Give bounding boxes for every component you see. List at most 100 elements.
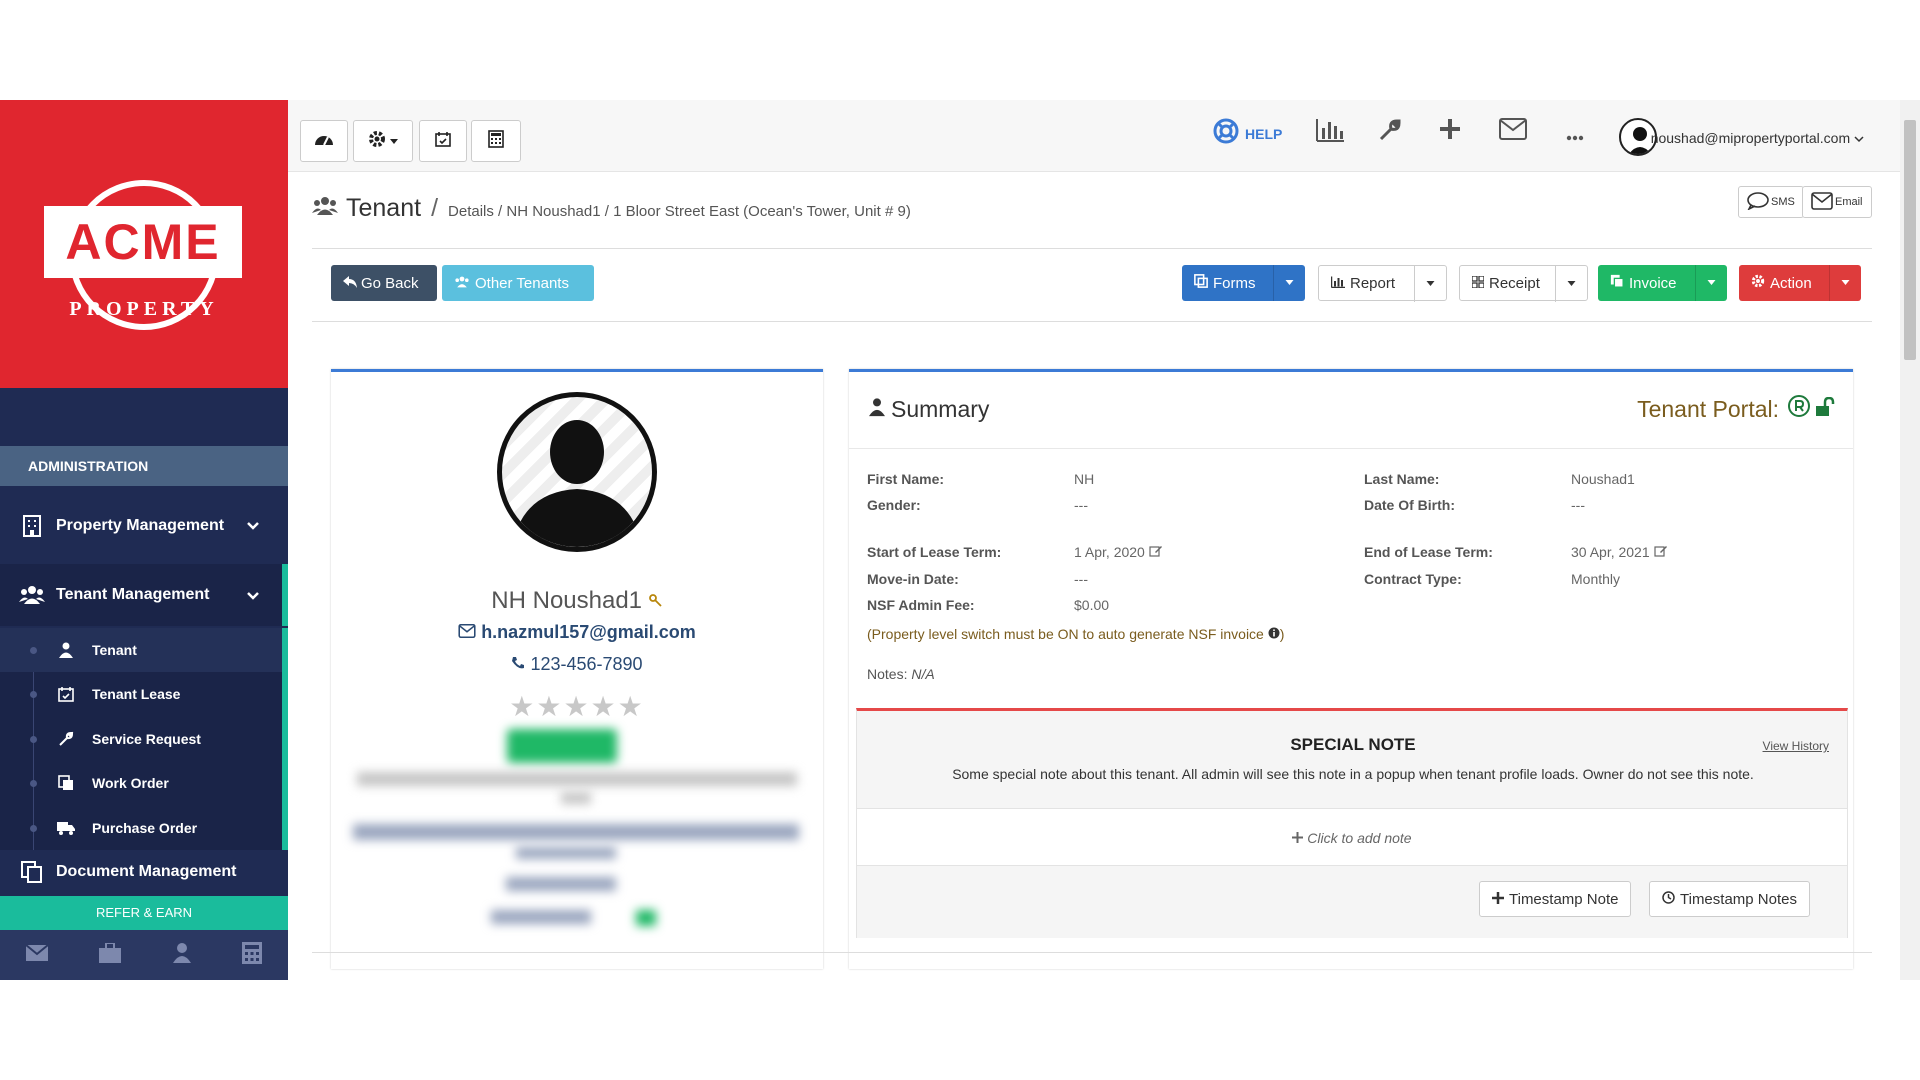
key-icon[interactable] <box>648 587 663 614</box>
user-icon[interactable] <box>172 942 191 968</box>
tenant-email: h.nazmul157@gmail.com <box>481 622 696 642</box>
tenant-portal: Tenant Portal: <box>1637 394 1835 424</box>
breadcrumb-path[interactable]: Details / NH Noushad1 / 1 Bloor Street E… <box>448 203 911 220</box>
forms-label: Forms <box>1213 274 1256 292</box>
subitem-label: Tenant Lease <box>92 686 181 702</box>
invoice-dropdown-toggle[interactable] <box>1695 265 1727 301</box>
bullet <box>30 690 37 698</box>
tools-button[interactable] <box>1378 118 1402 147</box>
more-button[interactable] <box>1566 128 1584 146</box>
help-button[interactable]: HELP <box>1213 118 1282 149</box>
tenant-phone-row[interactable]: 123-456-7890 <box>331 654 823 675</box>
reports-chart-button[interactable] <box>1316 118 1344 147</box>
subitem-label: Work Order <box>92 775 169 791</box>
receipt-button[interactable]: Receipt <box>1459 265 1588 302</box>
envelope-icon[interactable] <box>25 943 49 966</box>
sidebar-item-tenant-management[interactable]: Tenant Management <box>0 564 288 626</box>
report-dropdown-toggle[interactable] <box>1414 266 1446 302</box>
lease-start-date: 1 Apr, 2020 <box>1074 544 1145 560</box>
breadcrumb-separator: / <box>431 194 439 222</box>
tenant-avatar[interactable] <box>497 392 657 552</box>
info-icon[interactable] <box>1268 626 1280 642</box>
invoice-label: Invoice <box>1629 274 1677 292</box>
user-icon <box>56 642 76 658</box>
registered-icon[interactable] <box>1787 394 1811 424</box>
nsf-note-end: ) <box>1279 626 1285 642</box>
messages-button[interactable] <box>1499 118 1527 145</box>
divider <box>312 952 1872 953</box>
sidebar-item-label: Tenant Management <box>56 586 210 603</box>
sms-button[interactable]: SMS <box>1738 186 1804 218</box>
add-note-label: Click to add note <box>1307 830 1412 846</box>
tenant-email-row[interactable]: h.nazmul157@gmail.com <box>331 622 823 643</box>
blurred-text <box>491 910 591 924</box>
sidebar-subitem-work-order[interactable]: Work Order <box>0 761 282 805</box>
sidebar-item-property-management[interactable]: Property Management <box>0 498 288 554</box>
forms-dropdown-toggle[interactable] <box>1273 265 1305 301</box>
divider <box>849 448 1853 449</box>
tenant-phone: 123-456-7890 <box>530 654 643 674</box>
timestamp-notes-button[interactable]: Timestamp Notes <box>1649 881 1810 917</box>
calendar-button[interactable] <box>419 120 467 162</box>
bullet <box>30 735 37 743</box>
app-window: ACME PROPERTY ADMINISTRATION Property Ma… <box>0 100 1920 980</box>
view-history-link[interactable]: View History <box>1763 739 1829 753</box>
action-label: Action <box>1770 274 1812 292</box>
notes-label: Notes: <box>867 666 908 682</box>
chevron-down-icon <box>246 518 260 536</box>
blurred-icon <box>636 910 656 926</box>
action-button[interactable]: Action <box>1739 265 1861 301</box>
calendar-check-icon <box>56 686 76 702</box>
field-label: Contract Type: <box>1364 571 1462 587</box>
contract-type-value: Monthly <box>1571 571 1621 587</box>
timestamp-note-button[interactable]: Timestamp Note <box>1479 881 1632 917</box>
scrollbar-thumb[interactable] <box>1904 120 1916 360</box>
sidebar-subitem-tenant[interactable]: Tenant <box>0 628 282 672</box>
sidebar-subitem-purchase-order[interactable]: Purchase Order <box>0 806 282 850</box>
sidebar-subitem-service-request[interactable]: Service Request <box>0 717 282 761</box>
blurred-text <box>516 847 616 859</box>
add-note-button[interactable]: Click to add note <box>857 808 1847 866</box>
settings-dropdown-button[interactable] <box>353 120 413 162</box>
sms-label: SMS <box>1771 196 1795 208</box>
add-button[interactable] <box>1439 118 1461 145</box>
gear-icon <box>368 130 386 153</box>
report-button[interactable]: Report <box>1318 265 1447 302</box>
sidebar-subitem-tenant-lease[interactable]: Tenant Lease <box>0 672 282 716</box>
lifebuoy-icon <box>1213 118 1239 149</box>
sidebar-item-document-management[interactable]: Document Management <box>0 852 288 892</box>
grid-icon <box>1471 274 1485 292</box>
wrench-icon <box>56 731 76 747</box>
portal-label: Tenant Portal: <box>1637 395 1779 422</box>
page-title: Tenant <box>346 194 422 222</box>
go-back-button[interactable]: Go Back <box>331 265 437 301</box>
phone-icon <box>511 654 525 674</box>
help-label: HELP <box>1245 125 1283 142</box>
calculator-button[interactable] <box>471 120 521 162</box>
dashboard-button[interactable] <box>300 120 348 162</box>
refer-earn-button[interactable]: REFER & EARN <box>0 896 288 930</box>
user-menu[interactable]: noushad@mipropertyportal.com <box>1651 130 1864 146</box>
unlock-icon[interactable] <box>1815 396 1835 423</box>
chevron-down-icon <box>1854 130 1864 146</box>
rating-stars[interactable]: ★★★★★ <box>331 690 823 723</box>
chat-icon <box>1747 191 1769 213</box>
email-button[interactable]: Email <box>1802 186 1872 218</box>
logo[interactable]: ACME PROPERTY <box>0 100 288 388</box>
other-tenants-button[interactable]: Other Tenants <box>442 265 594 301</box>
edit-icon[interactable] <box>1653 544 1668 560</box>
calculator-icon[interactable] <box>242 941 263 969</box>
divider <box>312 248 1872 249</box>
receipt-dropdown-toggle[interactable] <box>1555 266 1587 302</box>
summary-title: Summary <box>869 396 989 423</box>
subitem-label: Purchase Order <box>92 820 198 836</box>
ellipsis-icon <box>1566 128 1584 146</box>
edit-icon[interactable] <box>1149 544 1163 560</box>
forms-button[interactable]: Forms <box>1182 265 1305 301</box>
action-dropdown-toggle[interactable] <box>1829 265 1861 301</box>
dashboard-icon <box>314 131 334 152</box>
tenant-name-row: NH Noushad1 <box>331 587 823 615</box>
briefcase-icon[interactable] <box>99 941 122 968</box>
invoice-button[interactable]: Invoice <box>1598 265 1727 301</box>
scrollbar[interactable] <box>1900 100 1920 980</box>
